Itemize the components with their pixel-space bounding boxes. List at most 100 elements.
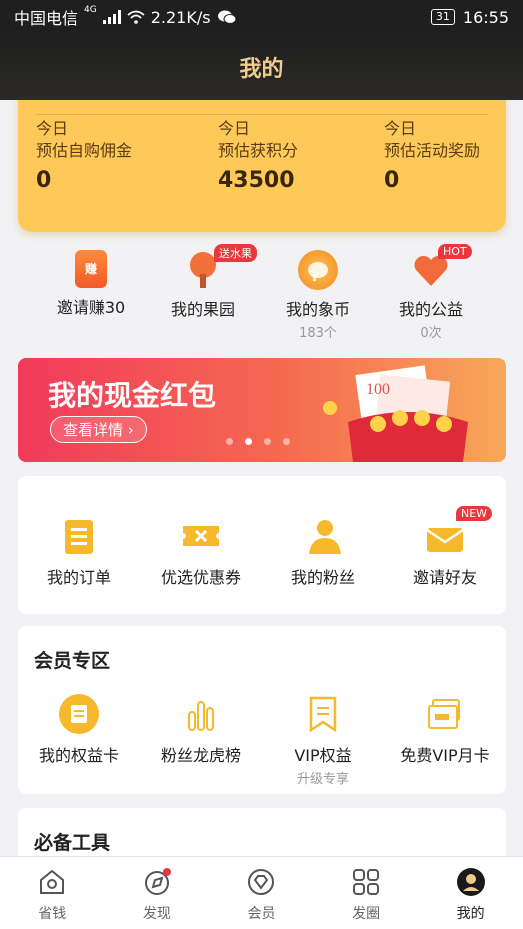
coupons-button[interactable]: 优选优惠券 — [140, 516, 262, 588]
quick-link-count: 0次 — [420, 326, 442, 341]
my-fans-button[interactable]: 我的粉丝 — [262, 516, 384, 588]
member-zone-card: 会员专区 我的权益卡 粉丝龙虎榜 VIP权益 升级专享 免费VIP月卡 — [18, 626, 506, 794]
earnings-period: 今日 — [218, 119, 251, 138]
member-item-label: 免费VIP月卡 — [400, 746, 490, 765]
tab-label: 省钱 — [38, 906, 67, 922]
earnings-label: 预估获积分 — [218, 141, 299, 160]
tab-label: 发圈 — [352, 906, 381, 922]
grid-icon — [351, 867, 381, 897]
quick-link-label: 我的果园 — [170, 300, 235, 319]
tab-label: 会员 — [247, 906, 276, 922]
earnings-divider — [36, 114, 488, 115]
fans-icon — [303, 516, 343, 556]
pagination-dot — [264, 438, 271, 445]
new-badge: NEW — [456, 506, 493, 521]
vip-bookmark-icon — [303, 694, 343, 734]
earnings-period: 今日 — [384, 119, 417, 138]
tab-label: 我的 — [456, 906, 485, 922]
tab-moments[interactable]: 发圈 — [314, 857, 419, 929]
member-item-label: 我的权益卡 — [38, 746, 119, 765]
member-item-label: 粉丝龙虎榜 — [160, 746, 241, 765]
earnings-period: 今日 — [36, 119, 69, 138]
earnings-activity-reward[interactable]: 今日 预估活动奖励 0 — [384, 118, 480, 192]
wechat-icon — [217, 10, 237, 24]
my-orders-button[interactable]: 我的订单 — [18, 516, 140, 588]
section-title: 会员专区 — [34, 650, 111, 672]
status-bar: 中国电信 4G 2.21K/s 31 16:55 — [0, 0, 523, 34]
order-shortcuts-card: 我的订单 优选优惠券 我的粉丝 NEW 邀请好友 — [18, 476, 506, 614]
quick-links: 赚 邀请赚30 送水果 我的果园 我的象币 183个 HOT 我的公益 0次 — [0, 244, 523, 341]
profile-icon — [456, 867, 486, 897]
invite-envelope-icon — [425, 516, 465, 556]
quick-link-label: 我的公益 — [398, 300, 463, 319]
banner-pagination — [226, 438, 290, 445]
free-vip-card-button[interactable]: 免费VIP月卡 — [384, 694, 506, 787]
earnings-card: 今日 预估自购佣金 0 今日 预估获积分 43500 今日 预估活动奖励 0 — [18, 100, 506, 232]
page-title: 我的 — [239, 57, 284, 82]
pagination-dot-active — [245, 438, 252, 445]
banner-title: 我的现金红包 — [48, 379, 217, 412]
quick-link-elephant-coin[interactable]: 我的象币 183个 — [253, 250, 383, 341]
page-header: 我的 — [0, 34, 523, 100]
bottom-tab-bar: 省钱 发现 会员 发圈 我的 — [0, 856, 523, 929]
network-speed: 2.21K/s — [150, 7, 211, 27]
earnings-value: 43500 — [218, 168, 295, 193]
battery-icon: 31 — [430, 9, 455, 25]
benefit-card-icon — [59, 694, 99, 734]
clock: 16:55 — [462, 7, 509, 27]
quick-link-label: 邀请赚30 — [56, 298, 126, 317]
main-scroll-area[interactable]: 今日 预估自购佣金 0 今日 预估获积分 43500 今日 预估活动奖励 0 赚… — [0, 100, 523, 856]
quick-link-count: 183个 — [299, 326, 337, 341]
pagination-dot — [283, 438, 290, 445]
diamond-icon — [246, 867, 276, 897]
signal-icon — [102, 10, 121, 24]
quick-link-tag: 送水果 — [214, 244, 257, 262]
coupon-icon — [181, 516, 221, 556]
member-item-label: VIP权益 — [294, 746, 352, 765]
shortcut-label: 优选优惠券 — [160, 568, 241, 587]
earn-icon: 赚 — [75, 250, 107, 288]
elephant-coin-icon — [298, 250, 338, 290]
earnings-label: 预估自购佣金 — [36, 141, 133, 160]
tab-discover[interactable]: 发现 — [105, 857, 210, 929]
order-list-icon — [59, 516, 99, 556]
member-items: 我的权益卡 粉丝龙虎榜 VIP权益 升级专享 免费VIP月卡 — [18, 694, 506, 787]
shortcut-label: 我的订单 — [46, 568, 111, 587]
home-icon — [37, 867, 67, 897]
fans-ranking-button[interactable]: 粉丝龙虎榜 — [140, 694, 262, 787]
earnings-value: 0 — [384, 168, 400, 193]
vip-card-icon — [425, 694, 465, 734]
red-packet-illustration: 100 — [323, 365, 468, 462]
pagination-dot — [226, 438, 233, 445]
earnings-own-commission[interactable]: 今日 预估自购佣金 0 — [36, 118, 132, 192]
benefit-card-button[interactable]: 我的权益卡 — [18, 694, 140, 787]
ranking-bars-icon — [181, 694, 221, 734]
order-shortcuts: 我的订单 优选优惠券 我的粉丝 NEW 邀请好友 — [18, 506, 506, 588]
earnings-label: 预估活动奖励 — [384, 141, 481, 160]
earnings-points[interactable]: 今日 预估获积分 43500 — [218, 118, 298, 192]
tab-save-money[interactable]: 省钱 — [0, 857, 105, 929]
tools-card: 必备工具 — [18, 808, 506, 856]
tab-label: 发现 — [142, 906, 171, 922]
quick-link-fruit-garden[interactable]: 送水果 我的果园 — [138, 244, 268, 320]
tab-member[interactable]: 会员 — [209, 857, 314, 929]
quick-link-charity[interactable]: HOT 我的公益 0次 — [366, 244, 496, 341]
quick-link-invite-earn[interactable]: 赚 邀请赚30 — [26, 250, 156, 318]
compass-icon — [142, 867, 172, 897]
quick-link-label: 我的象币 — [285, 300, 350, 319]
vip-benefits-button[interactable]: VIP权益 升级专享 — [262, 694, 384, 787]
view-details-button[interactable]: 查看详情 › — [50, 416, 147, 443]
wifi-icon — [127, 10, 145, 24]
member-item-sub: 升级专享 — [296, 772, 349, 787]
invite-friends-button[interactable]: NEW 邀请好友 — [384, 506, 506, 588]
carrier-name: 中国电信 — [14, 9, 79, 28]
quick-link-tag: HOT — [438, 244, 472, 259]
shortcut-label: 我的粉丝 — [290, 568, 355, 587]
tab-mine[interactable]: 我的 — [418, 857, 523, 929]
section-title: 必备工具 — [34, 832, 111, 854]
cash-red-packet-banner[interactable]: 我的现金红包 查看详情 › 100 — [18, 358, 506, 462]
earnings-value: 0 — [36, 168, 52, 193]
network-type: 4G — [84, 5, 97, 15]
money-amount: 100 — [366, 381, 390, 398]
shortcut-label: 邀请好友 — [412, 568, 477, 587]
